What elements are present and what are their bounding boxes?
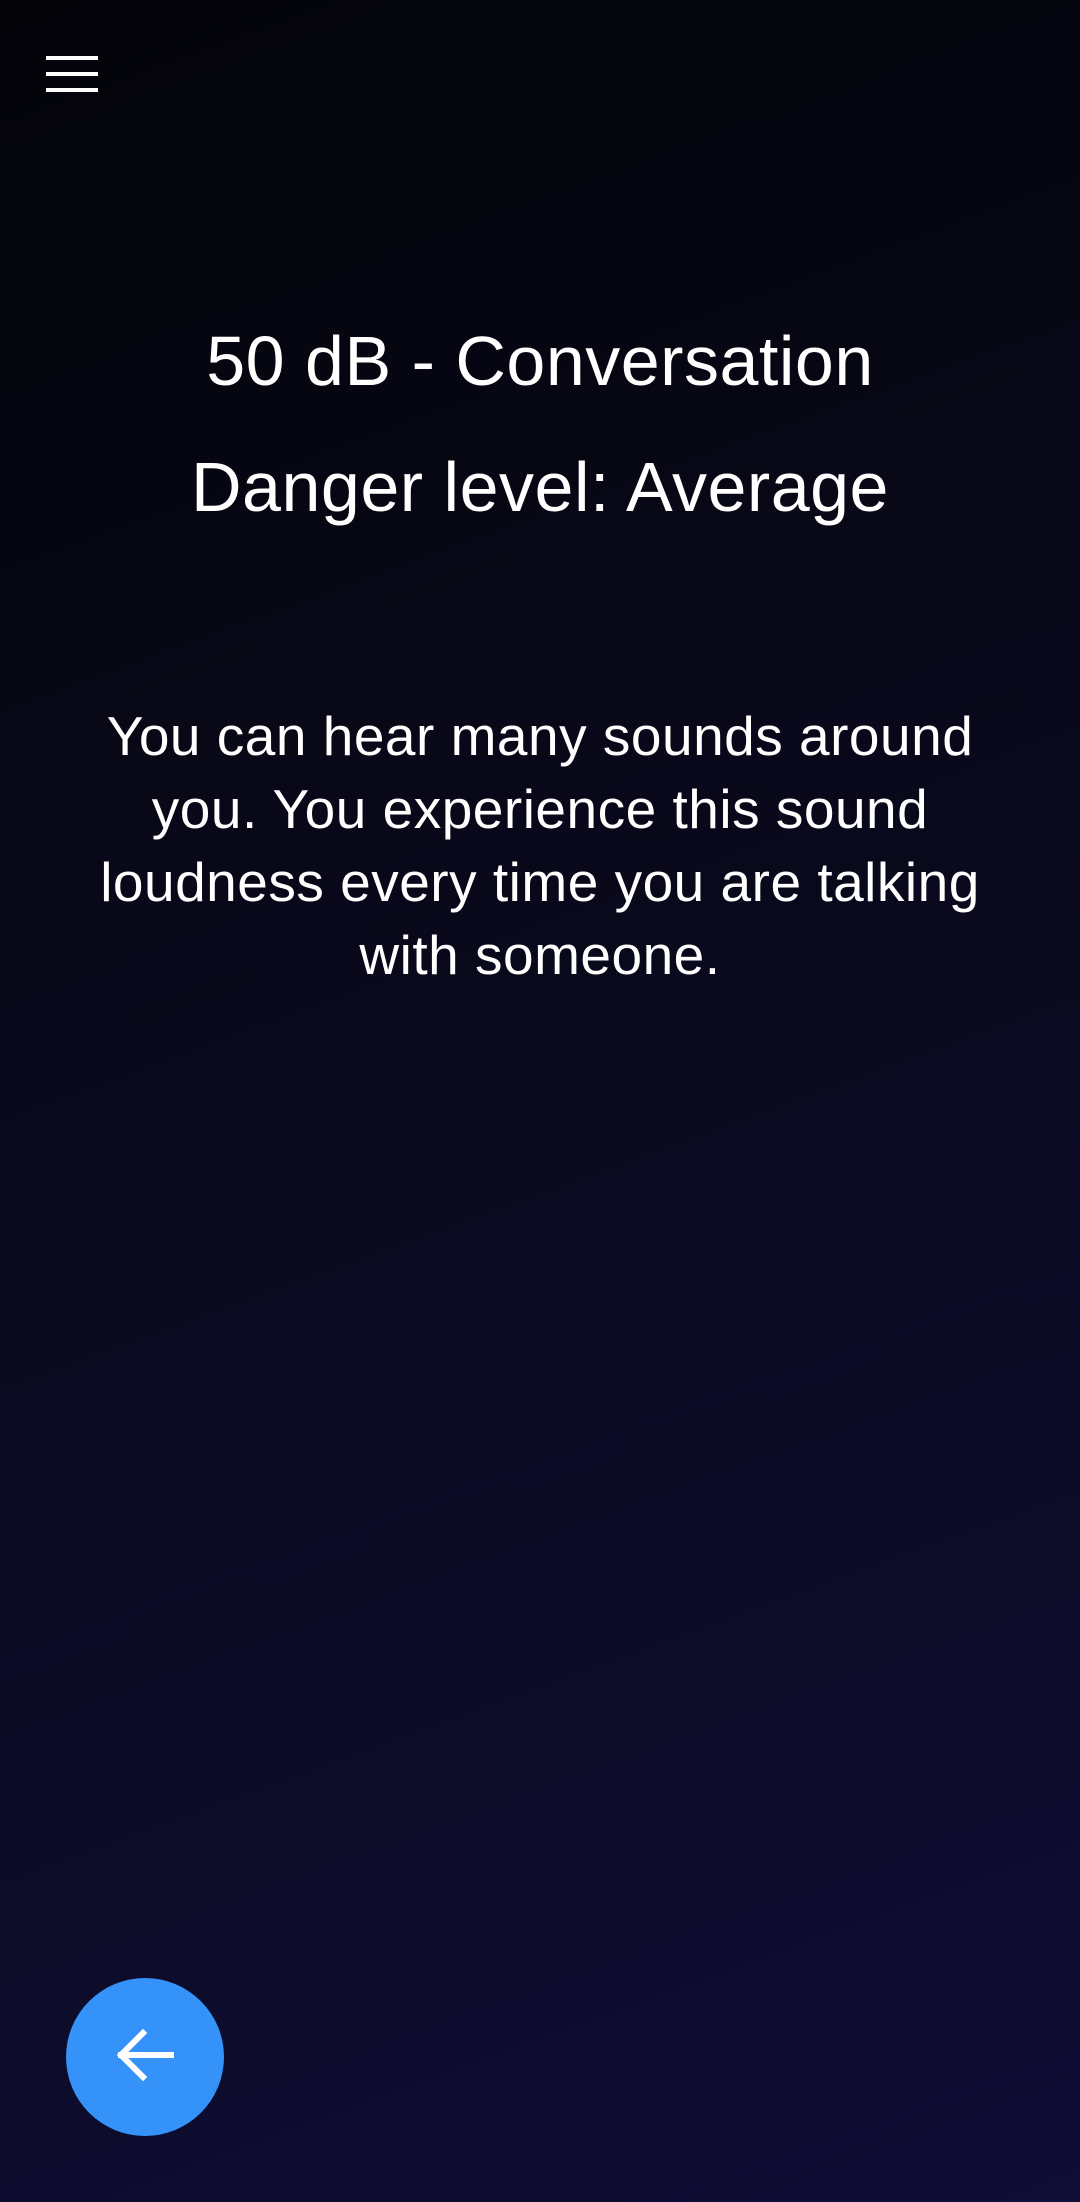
arrow-left-icon xyxy=(113,2023,177,2092)
back-button[interactable] xyxy=(66,1978,224,2136)
menu-icon xyxy=(46,54,98,99)
level-description: You can hear many sounds around you. You… xyxy=(100,705,980,986)
danger-level: Danger level: Average xyxy=(191,448,889,526)
level-title: 50 dB - Conversation xyxy=(206,322,874,400)
menu-button[interactable] xyxy=(36,40,108,112)
